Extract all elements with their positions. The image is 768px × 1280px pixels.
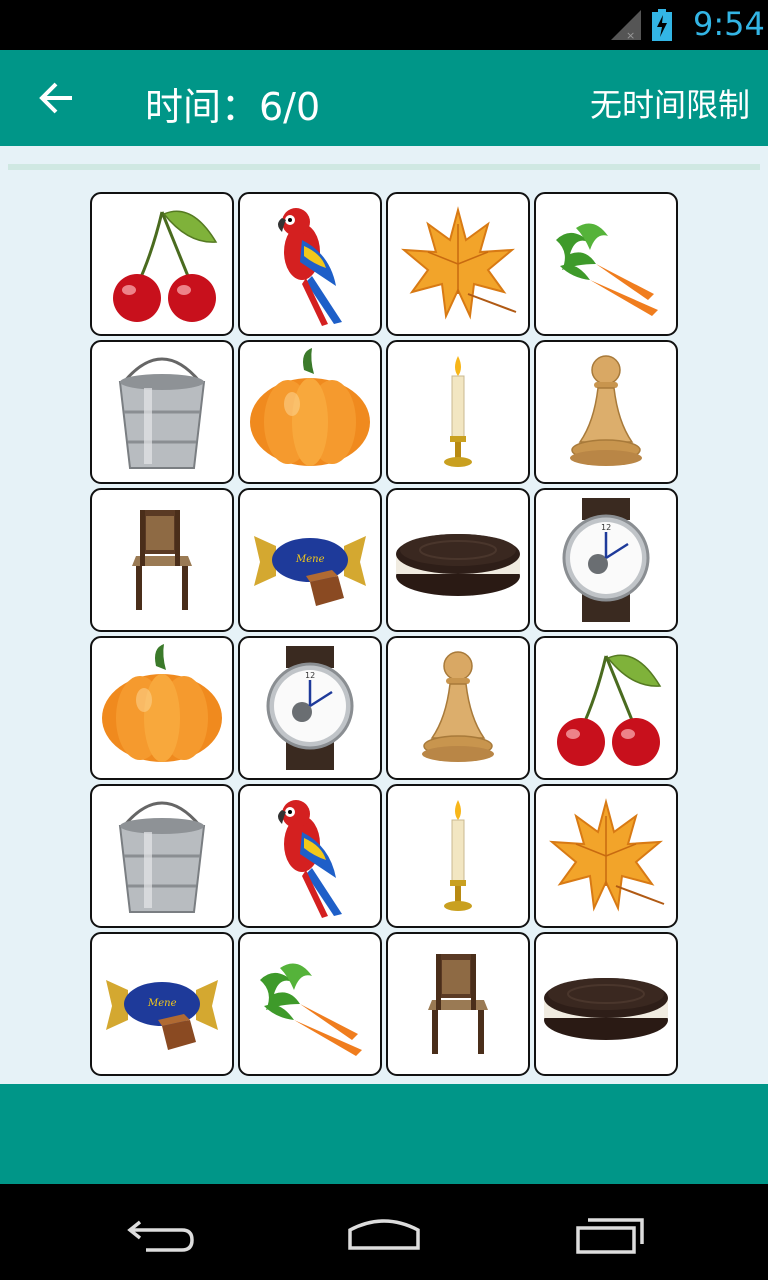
screen: × 9:54 时间：6/0 无时间限制 Mene 12 12 Mene (0, 0, 768, 1280)
card-chair[interactable] (386, 932, 530, 1076)
card-chess-pawn[interactable] (386, 636, 530, 780)
card-parrot[interactable] (238, 192, 382, 336)
card-candle[interactable] (386, 784, 530, 928)
card-cookie[interactable] (386, 488, 530, 632)
svg-text:Mene: Mene (295, 554, 325, 565)
candle-icon (444, 356, 472, 467)
svg-text:12: 12 (601, 523, 611, 532)
parrot-icon (278, 208, 342, 326)
chair-icon (132, 510, 192, 610)
card-carrot[interactable] (534, 192, 678, 336)
card-candy[interactable]: Mene (238, 488, 382, 632)
cookie-icon (396, 534, 520, 596)
home-nav-icon[interactable] (334, 1208, 434, 1258)
pumpkin-icon (250, 348, 370, 466)
card-pumpkin[interactable] (90, 636, 234, 780)
carrot-icon (556, 223, 658, 316)
pumpkin-icon (102, 644, 222, 762)
carrot-icon (260, 963, 362, 1056)
card-chair[interactable] (90, 488, 234, 632)
arrow-left-icon[interactable] (30, 74, 82, 122)
bucket-icon (118, 801, 206, 913)
progress-bar (8, 164, 760, 170)
card-chess-pawn[interactable] (534, 340, 678, 484)
card-cherry[interactable] (90, 192, 234, 336)
candle-icon (444, 800, 472, 911)
card-grid: Mene 12 12 Mene (90, 192, 680, 1076)
card-candle[interactable] (386, 340, 530, 484)
page-title: 时间：6/0 (145, 85, 321, 129)
card-parrot[interactable] (238, 784, 382, 928)
card-carrot[interactable] (238, 932, 382, 1076)
chess-pawn-icon (422, 651, 494, 762)
cherry-icon (113, 210, 218, 322)
chess-pawn-icon (570, 355, 642, 466)
footer-bar (0, 1084, 768, 1184)
chair-icon (428, 954, 488, 1054)
back-nav-icon[interactable] (112, 1208, 212, 1258)
game-area: Mene 12 12 Mene (0, 146, 768, 1084)
status-bar: × 9:54 (0, 0, 768, 50)
maple-leaf-icon (401, 206, 517, 320)
svg-text:×: × (626, 29, 635, 40)
time-limit-mode[interactable]: 无时间限制 (590, 80, 750, 126)
watch-icon: 12 (562, 498, 650, 622)
card-maple-leaf[interactable] (534, 784, 678, 928)
card-watch[interactable]: 12 (238, 636, 382, 780)
signal-icon: × (611, 10, 641, 40)
cookie-icon (544, 978, 668, 1040)
card-cookie[interactable] (534, 932, 678, 1076)
battery-charging-icon (652, 9, 672, 41)
candy-icon: Mene (106, 980, 218, 1050)
watch-icon: 12 (266, 646, 354, 770)
svg-text:12: 12 (305, 671, 315, 680)
card-watch[interactable]: 12 (534, 488, 678, 632)
card-bucket[interactable] (90, 340, 234, 484)
card-maple-leaf[interactable] (386, 192, 530, 336)
cherry-icon (557, 654, 662, 766)
bucket-icon (118, 357, 206, 469)
svg-text:Mene: Mene (147, 998, 177, 1009)
maple-leaf-icon (549, 798, 665, 912)
system-nav-bar (0, 1184, 768, 1280)
candy-icon: Mene (254, 536, 366, 606)
card-pumpkin[interactable] (238, 340, 382, 484)
recents-nav-icon[interactable] (560, 1208, 660, 1258)
app-bar: 时间：6/0 无时间限制 (0, 50, 768, 146)
card-candy[interactable]: Mene (90, 932, 234, 1076)
clock: 9:54 (693, 5, 765, 43)
parrot-icon (278, 800, 342, 918)
card-cherry[interactable] (534, 636, 678, 780)
card-bucket[interactable] (90, 784, 234, 928)
